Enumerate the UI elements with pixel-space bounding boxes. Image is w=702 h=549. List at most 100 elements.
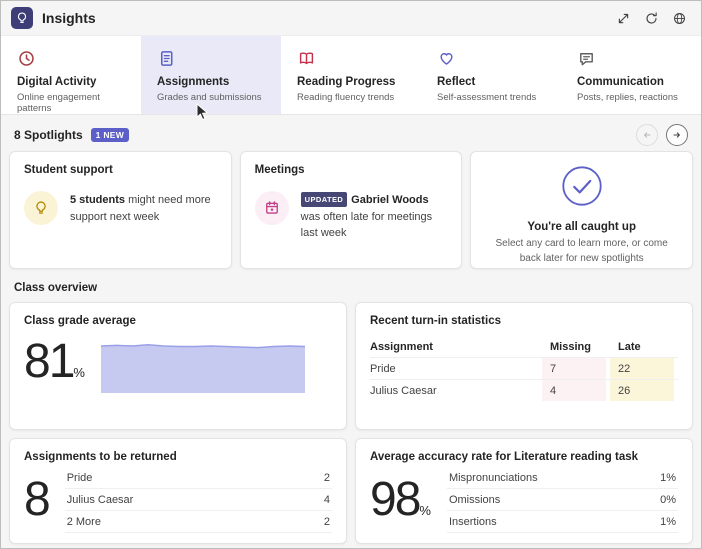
chat-bubble-icon <box>577 49 693 69</box>
grade-trend-chart <box>100 344 305 394</box>
spotlight-card-student-support[interactable]: Student support 5 students might need mo… <box>9 151 232 269</box>
item-value: 1% <box>660 471 676 484</box>
spotlight-text: 5 students might need more support next … <box>70 191 217 225</box>
tab-reflect[interactable]: Reflect Self-assessment trends <box>421 36 561 114</box>
item-count: 2 <box>323 515 330 528</box>
caught-up-subtitle: Select any card to learn more, or come b… <box>495 238 668 264</box>
late-value: 26 <box>610 380 674 401</box>
assignment-name: Pride <box>370 362 396 375</box>
item-count: 2 <box>323 471 330 484</box>
item-value: 0% <box>660 493 676 506</box>
expand-button[interactable] <box>611 6 635 30</box>
table-header-row: Assignment Missing Late <box>370 337 678 357</box>
spotlights-count: 8 Spotlights <box>14 128 83 142</box>
open-book-icon <box>297 49 413 69</box>
tab-sublabel: Grades and submissions <box>157 92 262 103</box>
table-row: Pride 7 22 <box>370 357 678 379</box>
grade-trend-fill <box>100 344 305 394</box>
to-return-count: 8 <box>24 472 51 526</box>
spotlights-header: 8 Spotlights 1 NEW <box>9 119 693 151</box>
expand-icon <box>618 13 628 23</box>
insights-tabstrip: Digital Activity Online engagement patte… <box>1 35 701 115</box>
spotlight-cards-row: Student support 5 students might need mo… <box>9 151 694 269</box>
item-name: Pride <box>66 471 93 484</box>
col-late: Late <box>618 341 641 353</box>
insights-window: Insights Digital Activity Online engagem… <box>0 0 702 549</box>
refresh-icon <box>645 11 657 24</box>
header-actions <box>611 6 691 30</box>
tab-sublabel: Reading fluency trends <box>297 92 395 103</box>
new-badge: 1 NEW <box>90 128 130 142</box>
assignment-name: Julius Caesar <box>370 384 437 397</box>
assignments-to-return-card[interactable]: Assignments to be returned 8 Pride 2 Jul… <box>9 438 347 544</box>
card-title: Class grade average <box>24 315 136 327</box>
item-name: Insertions <box>448 515 497 528</box>
card-title: You're all caught up <box>527 221 636 233</box>
meeting-calendar-icon <box>254 191 289 225</box>
spotlight-rest: was often late for meetings last week <box>300 210 433 240</box>
missing-value: 7 <box>542 358 606 379</box>
item-name: Julius Caesar <box>66 493 134 506</box>
arrow-left-icon <box>644 132 651 138</box>
card-title: Meetings <box>254 164 305 176</box>
tab-sublabel: Posts, replies, reactions <box>577 92 678 103</box>
spotlight-highlight: 5 students <box>70 194 126 206</box>
insights-app-icon <box>11 7 33 29</box>
class-overview-heading: Class overview <box>14 282 98 294</box>
item-value: 1% <box>660 515 676 528</box>
item-name: 2 More <box>66 515 101 528</box>
lightbulb-icon <box>24 191 58 225</box>
tab-assignments[interactable]: Assignments Grades and submissions <box>141 36 281 114</box>
app-identity: Insights <box>11 7 96 29</box>
accuracy-list: Mispronunciations 1% Omissions 0% Insert… <box>446 467 678 533</box>
grade-average-card[interactable]: Class grade average 81% <box>9 302 347 430</box>
list-item: Insertions 1% <box>446 511 678 533</box>
heart-icon <box>437 49 553 69</box>
arrow-right-icon <box>673 132 680 138</box>
spotlights-pagination <box>636 124 688 146</box>
late-value: 22 <box>610 358 674 379</box>
item-name: Mispronunciations <box>448 471 538 484</box>
col-assignment: Assignment <box>370 341 433 353</box>
class-overview-grid: Class grade average 81% Recent turn-in s… <box>9 302 693 544</box>
tab-label: Reflect <box>437 76 476 88</box>
turn-in-statistics-card[interactable]: Recent turn-in statistics Assignment Mis… <box>355 302 693 430</box>
tab-reading-progress[interactable]: Reading Progress Reading fluency trends <box>281 36 421 114</box>
tab-sublabel: Online engagement patterns <box>17 92 100 114</box>
to-return-list: Pride 2 Julius Caesar 4 2 More 2 <box>64 467 332 533</box>
grade-average-value: 81% <box>24 335 85 388</box>
list-item-more[interactable]: 2 More 2 <box>64 511 332 533</box>
check-circle-icon <box>561 165 603 212</box>
accuracy-rate-card[interactable]: Average accuracy rate for Literature rea… <box>355 438 693 544</box>
spotlights-prev-button[interactable] <box>636 124 658 146</box>
tab-label: Assignments <box>157 76 230 88</box>
list-item: Omissions 0% <box>446 489 678 511</box>
spotlight-text: UPDATED Gabriel Woods was often late for … <box>300 191 448 242</box>
spotlight-highlight: Gabriel Woods <box>351 194 429 206</box>
card-title: Student support <box>24 164 113 176</box>
list-item: Mispronunciations 1% <box>446 467 678 489</box>
item-count: 4 <box>323 493 330 506</box>
spotlight-card-meetings[interactable]: Meetings UPDATED Gabriel Woods was often … <box>239 151 463 269</box>
turn-in-table: Assignment Missing Late Pride 7 22 Juliu… <box>370 337 678 401</box>
spotlights-next-button[interactable] <box>666 124 688 146</box>
main-content: 8 Spotlights 1 NEW Student support 5 stu… <box>1 115 701 544</box>
refresh-button[interactable] <box>639 6 663 30</box>
card-title: Average accuracy rate for Literature rea… <box>370 451 639 463</box>
card-title: Assignments to be returned <box>24 451 177 463</box>
assignments-notebook-icon <box>157 49 273 69</box>
item-name: Omissions <box>448 493 501 506</box>
page-title: Insights <box>42 10 96 26</box>
card-title: Recent turn-in statistics <box>370 315 501 327</box>
list-item: Julius Caesar 4 <box>64 489 332 511</box>
tab-digital-activity[interactable]: Digital Activity Online engagement patte… <box>1 36 141 114</box>
table-row: Julius Caesar 4 26 <box>370 379 678 401</box>
app-header: Insights <box>1 1 701 35</box>
clock-icon <box>17 49 133 69</box>
spotlight-card-caught-up[interactable]: You're all caught up Select any card to … <box>470 151 694 269</box>
tab-communication[interactable]: Communication Posts, replies, reactions <box>561 36 701 114</box>
missing-value: 4 <box>542 380 606 401</box>
globe-button[interactable] <box>667 6 691 30</box>
tab-label: Digital Activity <box>17 76 97 88</box>
tab-sublabel: Self-assessment trends <box>437 92 537 103</box>
